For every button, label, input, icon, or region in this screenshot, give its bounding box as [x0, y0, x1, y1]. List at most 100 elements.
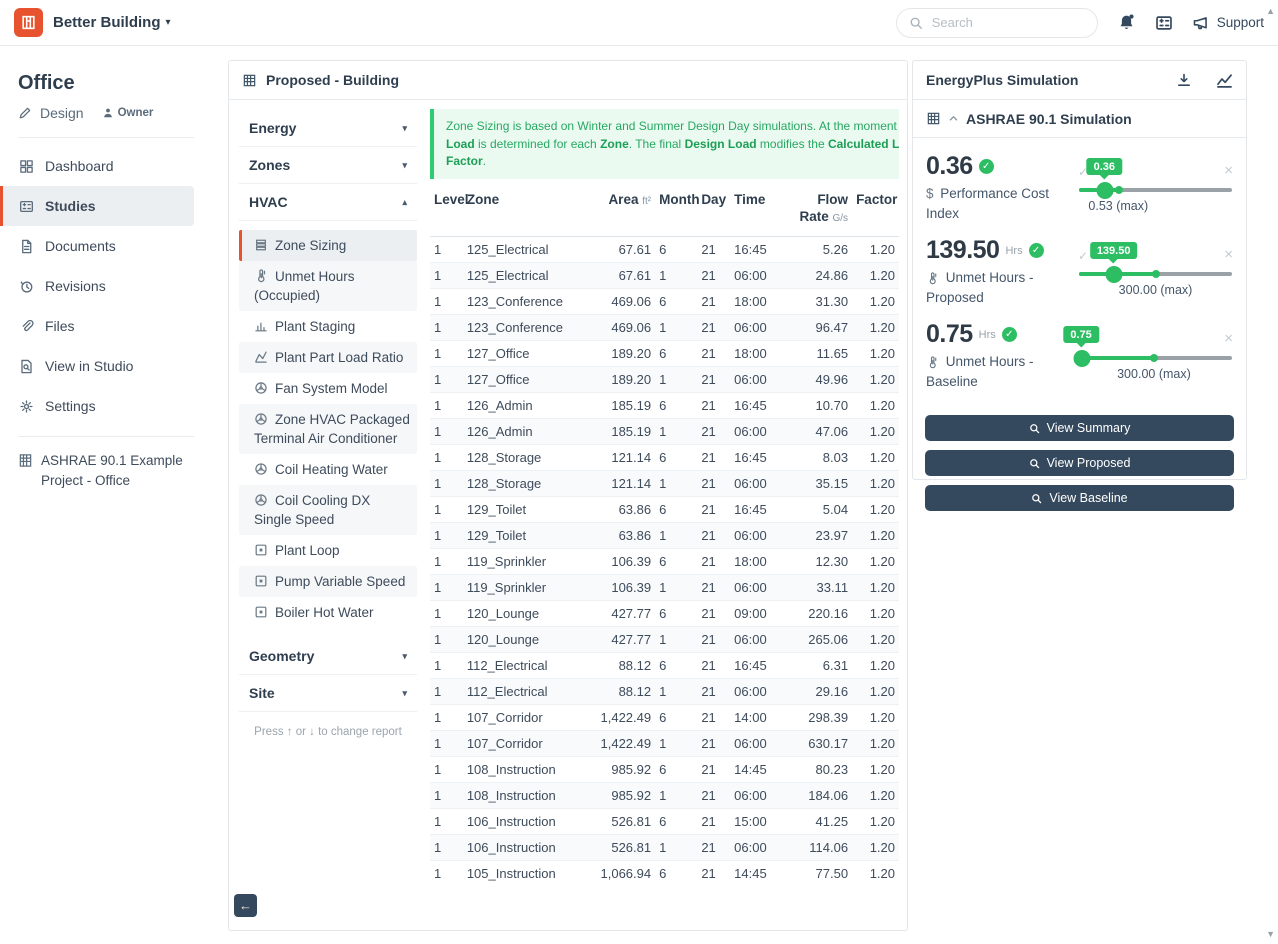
nav-section-zones[interactable]: Zones ▾: [239, 147, 417, 184]
cell-day: 21: [697, 652, 731, 679]
notifications-bell-icon[interactable]: [1117, 13, 1136, 32]
report-item-plant-loop[interactable]: Plant Loop: [239, 535, 417, 566]
cell-area: 185.19: [584, 418, 656, 445]
slider-unmet-hours-baseline[interactable]: × 0.75 300.00 (max): [1063, 320, 1233, 390]
table-row[interactable]: 1 106_Instruction 526.81 6 21 15:00 41.25 1.20: [430, 808, 899, 835]
table-row[interactable]: 1 120_Lounge 427.77 6 21 09:00 220.16 1.20: [430, 600, 899, 627]
slider-track[interactable]: [1079, 265, 1232, 283]
report-item-plant-part-load-ratio[interactable]: Plant Part Load Ratio: [239, 342, 417, 373]
table-row[interactable]: 1 108_Instruction 985.92 1 21 06:00 184.06 1.20: [430, 782, 899, 809]
table-row[interactable]: 1 120_Lounge 427.77 1 21 06:00 265.06 1.20: [430, 626, 899, 653]
report-item-boiler-hot-water[interactable]: Boiler Hot Water: [239, 597, 417, 628]
report-item-label: Plant Staging: [275, 319, 356, 334]
slider-track[interactable]: [1073, 349, 1232, 367]
sidebar-item-view-in-studio[interactable]: View in Studio: [0, 346, 194, 386]
search-icon: [909, 16, 923, 30]
changelog-icon[interactable]: [1155, 14, 1173, 32]
table-row[interactable]: 1 123_Conference 469.06 6 21 18:00 31.30 1.20: [430, 288, 899, 315]
table-row[interactable]: 1 119_Sprinkler 106.39 6 21 18:00 12.30 1.20: [430, 548, 899, 575]
table-row[interactable]: 1 105_Instruction 1,066.94 6 21 14:45 77.50 1.2…: [430, 860, 899, 886]
nav-section-hvac[interactable]: HVAC ▴: [239, 184, 417, 221]
scrollbar-down-arrow[interactable]: ▼: [1266, 929, 1275, 939]
square-dot-icon: [254, 605, 268, 619]
slider-max-dot[interactable]: [1151, 270, 1160, 278]
table-row[interactable]: 1 112_Electrical 88.12 6 21 16:45 6.31 1.20: [430, 652, 899, 679]
search-box[interactable]: [895, 7, 1110, 38]
slider-max-dot[interactable]: [1114, 186, 1123, 194]
cell-area: 1,422.49: [584, 704, 656, 731]
slider-handle[interactable]: [1073, 349, 1091, 367]
table-row[interactable]: 1 127_Office 189.20 1 21 06:00 49.96 1.20: [430, 366, 899, 393]
search-input[interactable]: [929, 14, 1110, 31]
slider-apply-icon[interactable]: ✓: [1078, 249, 1088, 263]
slider-dismiss-icon[interactable]: ×: [1224, 247, 1233, 262]
report-item-pump-variable-speed[interactable]: Pump Variable Speed: [239, 566, 417, 597]
table-row[interactable]: 1 123_Conference 469.06 1 21 06:00 96.47 1.20: [430, 314, 899, 341]
design-label[interactable]: Design: [40, 105, 84, 121]
brand-label[interactable]: Better Building: [53, 14, 161, 31]
nav-section-site[interactable]: Site ▾: [239, 675, 417, 712]
chart-line-icon[interactable]: [1216, 72, 1233, 89]
sidebar-item-dashboard[interactable]: Dashboard: [0, 146, 194, 186]
report-item-fan-system-model[interactable]: Fan System Model: [239, 373, 417, 404]
cell-day: 21: [697, 470, 731, 497]
sidebar-item-settings[interactable]: Settings: [0, 386, 194, 426]
view-baseline-button[interactable]: View Baseline: [925, 485, 1234, 511]
cell-area: 469.06: [584, 288, 656, 315]
cell-time: 14:00: [730, 704, 782, 731]
simulation-run-row[interactable]: ASHRAE 90.1 Simulation: [913, 100, 1246, 138]
view-proposed-button[interactable]: View Proposed: [925, 450, 1234, 476]
table-row[interactable]: 1 128_Storage 121.14 6 21 16:45 8.03 1.20: [430, 444, 899, 471]
table-row[interactable]: 1 125_Electrical 67.61 1 21 06:00 24.86 1.20: [430, 262, 899, 289]
table-row[interactable]: 1 108_Instruction 985.92 6 21 14:45 80.23 1.20: [430, 756, 899, 783]
table-row[interactable]: 1 129_Toilet 63.86 6 21 16:45 5.04 1.20: [430, 496, 899, 523]
cell-time: 06:00: [730, 418, 782, 445]
table-row[interactable]: 1 128_Storage 121.14 1 21 06:00 35.15 1.20: [430, 470, 899, 497]
metric-label: $ Performance Cost Index: [926, 186, 1050, 221]
sidebar-item-files[interactable]: Files: [0, 306, 194, 346]
sidebar-item-documents[interactable]: Documents: [0, 226, 194, 266]
sidebar-item-studies[interactable]: Studies: [0, 186, 194, 226]
cell-zone: 126_Admin: [462, 418, 585, 445]
cell-day: 21: [697, 704, 731, 731]
table-row[interactable]: 1 126_Admin 185.19 6 21 16:45 10.70 1.20: [430, 392, 899, 419]
table-row[interactable]: 1 106_Instruction 526.81 1 21 06:00 114.06 1.20: [430, 834, 899, 861]
collapse-report-button[interactable]: ←: [234, 894, 257, 917]
table-row[interactable]: 1 107_Corridor 1,422.49 6 21 14:00 298.39 1.20: [430, 704, 899, 731]
slider-max-dot[interactable]: [1149, 354, 1158, 362]
table-row[interactable]: 1 125_Electrical 67.61 6 21 16:45 5.26 1.20: [430, 236, 899, 263]
slider-dismiss-icon[interactable]: ×: [1224, 331, 1233, 346]
sidebar-item-label: Dashboard: [45, 158, 114, 174]
report-item-coil-heating-water[interactable]: Coil Heating Water: [239, 454, 417, 485]
report-item-plant-staging[interactable]: Plant Staging: [239, 311, 417, 342]
table-row[interactable]: 1 129_Toilet 63.86 1 21 06:00 23.97 1.20: [430, 522, 899, 549]
table-row[interactable]: 1 112_Electrical 88.12 1 21 06:00 29.16 1.20: [430, 678, 899, 705]
slider-handle[interactable]: [1105, 265, 1123, 283]
slider-unmet-hours-proposed[interactable]: ✓ × 139.50 300.00 (max): [1078, 236, 1233, 306]
sidebar-item-revisions[interactable]: Revisions: [0, 266, 194, 306]
app-logo[interactable]: [14, 8, 43, 37]
slider-performance-cost-index[interactable]: ✓ × 0.36 0.53 (max): [1078, 152, 1233, 222]
sidebar-project-link[interactable]: ASHRAE 90.1 Example Project - Office: [18, 451, 198, 491]
nav-section-geometry[interactable]: Geometry ▾: [239, 638, 417, 675]
table-row[interactable]: 1 119_Sprinkler 106.39 1 21 06:00 33.11 1.20: [430, 574, 899, 601]
report-item-zone-sizing[interactable]: Zone Sizing: [239, 230, 417, 261]
chevron-up-icon[interactable]: [948, 113, 959, 124]
download-icon[interactable]: [1176, 72, 1192, 88]
report-item-unmet-hours-occupied[interactable]: Unmet Hours (Occupied): [239, 261, 417, 311]
report-item-coil-cooling-dx-single-speed[interactable]: Coil Cooling DX Single Speed: [239, 485, 417, 535]
nav-section-energy[interactable]: Energy ▾: [239, 110, 417, 147]
slider-dismiss-icon[interactable]: ×: [1224, 163, 1233, 178]
table-row[interactable]: 1 126_Admin 185.19 1 21 06:00 47.06 1.20: [430, 418, 899, 445]
cell-area: 1,422.49: [584, 730, 656, 757]
scrollbar-up-arrow[interactable]: ▲: [1266, 6, 1275, 16]
view-summary-button[interactable]: View Summary: [925, 415, 1234, 441]
cell-month: 6: [655, 288, 698, 315]
support-button[interactable]: Support: [1192, 14, 1264, 32]
table-row[interactable]: 1 127_Office 189.20 6 21 18:00 11.65 1.20: [430, 340, 899, 367]
report-item-zone-hvac-packaged-terminal-air-conditioner[interactable]: Zone HVAC Packaged Terminal Air Conditio…: [239, 404, 417, 454]
slider-track[interactable]: [1079, 181, 1232, 199]
table-row[interactable]: 1 107_Corridor 1,422.49 1 21 06:00 630.17 1.20: [430, 730, 899, 757]
slider-handle[interactable]: [1096, 181, 1114, 199]
cell-time: 06:00: [730, 626, 782, 653]
